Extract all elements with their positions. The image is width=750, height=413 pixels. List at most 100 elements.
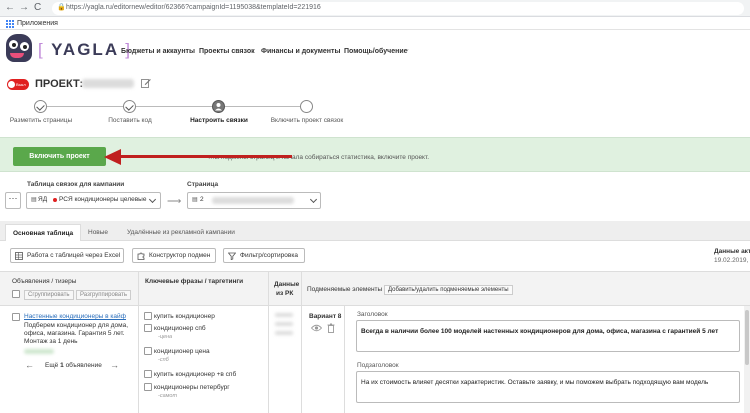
campaign-source: ЯД [38, 196, 48, 203]
ungroup-button[interactable]: Разгруппировать [76, 290, 132, 300]
ad-row-checkbox[interactable] [12, 313, 20, 321]
headline-textarea[interactable] [356, 320, 740, 352]
step-1-label[interactable]: Разметить страницы [8, 117, 74, 125]
column-divider [138, 271, 139, 413]
filter-button[interactable]: Фильтр/сортировка [223, 248, 305, 263]
step-4-circle[interactable] [300, 100, 313, 113]
stepper-line [225, 106, 300, 107]
headline-label: Заголовок [357, 311, 388, 318]
scrollbar-thumb[interactable] [745, 310, 749, 365]
nav-budgets[interactable]: Бюджеты и аккаунты [121, 47, 195, 57]
logo-eye-left [9, 40, 18, 49]
logo-text[interactable]: [ YAGLA ] [38, 40, 132, 60]
forward-icon[interactable]: → [19, 2, 29, 14]
more-ads-label: Ещё 1 объявление [45, 362, 102, 369]
table-select-label: Таблица связок для кампании [27, 181, 125, 188]
filter-button-label: Фильтр/сортировка [240, 252, 298, 259]
reload-icon[interactable]: C [34, 2, 41, 14]
more-options-button[interactable]: ··· [5, 192, 21, 209]
keyword-checkbox[interactable] [144, 347, 152, 355]
arrow-right-icon: ⟶ [167, 196, 182, 207]
variant-divider [344, 306, 345, 413]
page-select-label: Страница [187, 181, 219, 188]
next-ad-icon[interactable]: → [110, 360, 119, 370]
stats-blurred [275, 313, 293, 317]
data-updated-label: Данные акт [714, 248, 750, 255]
stats-blurred [275, 322, 293, 326]
keyword-item: купить кондиционер +в спб [154, 371, 237, 378]
col-data-header-2: из РК [276, 290, 294, 297]
tab-new[interactable]: Новые [81, 224, 115, 241]
step-2-label[interactable]: Поставить код [100, 117, 160, 125]
keyword-item: кондиционер спб [154, 325, 206, 332]
status-dot-icon [53, 198, 57, 202]
nav-finance[interactable]: Финансы и документы [261, 47, 340, 57]
stats-blurred [275, 331, 293, 335]
nav-projects[interactable]: Проекты связок [199, 47, 255, 57]
col-keywords-header: Ключевые фразы / таргетинги [145, 278, 244, 285]
keyword-checkbox[interactable] [144, 324, 152, 332]
prev-ad-icon[interactable]: ← [25, 360, 34, 370]
keyword-item: кондиционер цена [154, 348, 210, 355]
group-button[interactable]: Сгруппировать [24, 290, 74, 300]
annotation-arrow-head [104, 149, 121, 165]
keyword-item: купить кондиционер [154, 313, 215, 320]
ad-url-blurred [24, 349, 54, 354]
excel-button[interactable]: Работа с таблицей через Excel [10, 248, 124, 263]
toggle-knob [8, 81, 15, 88]
add-remove-elements-button[interactable]: Добавить/удалить подменяемые элементы [384, 285, 513, 295]
stepper-line [136, 106, 212, 107]
doc-icon: ▤ [31, 197, 37, 203]
tab-main[interactable]: Основная таблица [5, 224, 82, 241]
stepper-line [47, 106, 123, 107]
select-all-checkbox[interactable] [12, 290, 20, 298]
step-3-user-icon[interactable] [212, 100, 225, 113]
ad-body-line-2: офиса, магазина. Гарантия 5 лет. [24, 330, 125, 337]
keyword-checkbox[interactable] [144, 383, 152, 391]
page-icon: ▤ [192, 197, 198, 203]
subheadline-textarea[interactable] [356, 371, 740, 403]
col-elements-header: Подменяемые элементы [307, 286, 383, 293]
edit-icon[interactable] [141, 78, 151, 88]
step-3-label[interactable]: Настроить связки [184, 117, 254, 125]
filter-icon [228, 252, 236, 260]
subheadline-label: Подзаголовок [357, 362, 399, 369]
keyword-checkbox[interactable] [144, 370, 152, 378]
keyword-checkbox[interactable] [144, 312, 152, 320]
data-updated-date: 19.02.2019, [714, 257, 749, 264]
back-icon[interactable]: ← [5, 2, 15, 14]
step-4-label[interactable]: Включить проект связок [266, 117, 348, 125]
constructor-button-label: Конструктор подмен [149, 252, 211, 259]
bookmarks-apps-label[interactable]: Приложения [17, 19, 58, 28]
nav-help[interactable]: Помощь/обучение [344, 47, 408, 57]
logo-eye-right [20, 42, 29, 51]
ad-title-link[interactable]: Настенные кондиционеры в кайф [24, 313, 126, 321]
enable-project-button[interactable]: Включить проект [13, 147, 106, 166]
page-number: 2 [200, 196, 204, 203]
tab-deleted[interactable]: Удалённые из рекламной кампании [120, 224, 242, 241]
constructor-button[interactable]: Конструктор подмен [132, 248, 216, 263]
eye-icon[interactable] [311, 324, 322, 332]
keyword-minus: -спб [158, 357, 169, 363]
column-divider [301, 271, 302, 413]
campaign-value: РСЯ кондиционеры целевые [59, 196, 147, 203]
chevron-down-icon[interactable]: ⌄ [404, 45, 410, 55]
bookmarks-bar [0, 17, 750, 30]
col-ads-header: Объявления / тизеры [12, 278, 77, 285]
step-1-check-icon[interactable] [34, 100, 47, 113]
ad-body-line-3: Монтаж за 1 день [24, 338, 78, 345]
url-text: https://yagla.ru/editornew/editor/62366?… [66, 4, 321, 11]
keyword-minus: -цена [158, 334, 173, 340]
trash-icon[interactable] [327, 323, 335, 333]
keyword-minus: -самот [158, 393, 178, 399]
puzzle-icon [137, 252, 145, 260]
step-2-check-icon[interactable] [123, 100, 136, 113]
toggle-text: Выкл [16, 82, 26, 87]
project-label: ПРОЕКТ: [35, 78, 84, 90]
column-divider [268, 271, 269, 413]
keyword-item: кондиционеры петербург [154, 384, 230, 391]
apps-icon[interactable] [6, 20, 14, 28]
col-data-header-1: Данные [274, 281, 300, 288]
annotation-arrow [120, 155, 292, 158]
headline-value: Всегда в наличии более 100 моделей насте… [361, 328, 719, 335]
